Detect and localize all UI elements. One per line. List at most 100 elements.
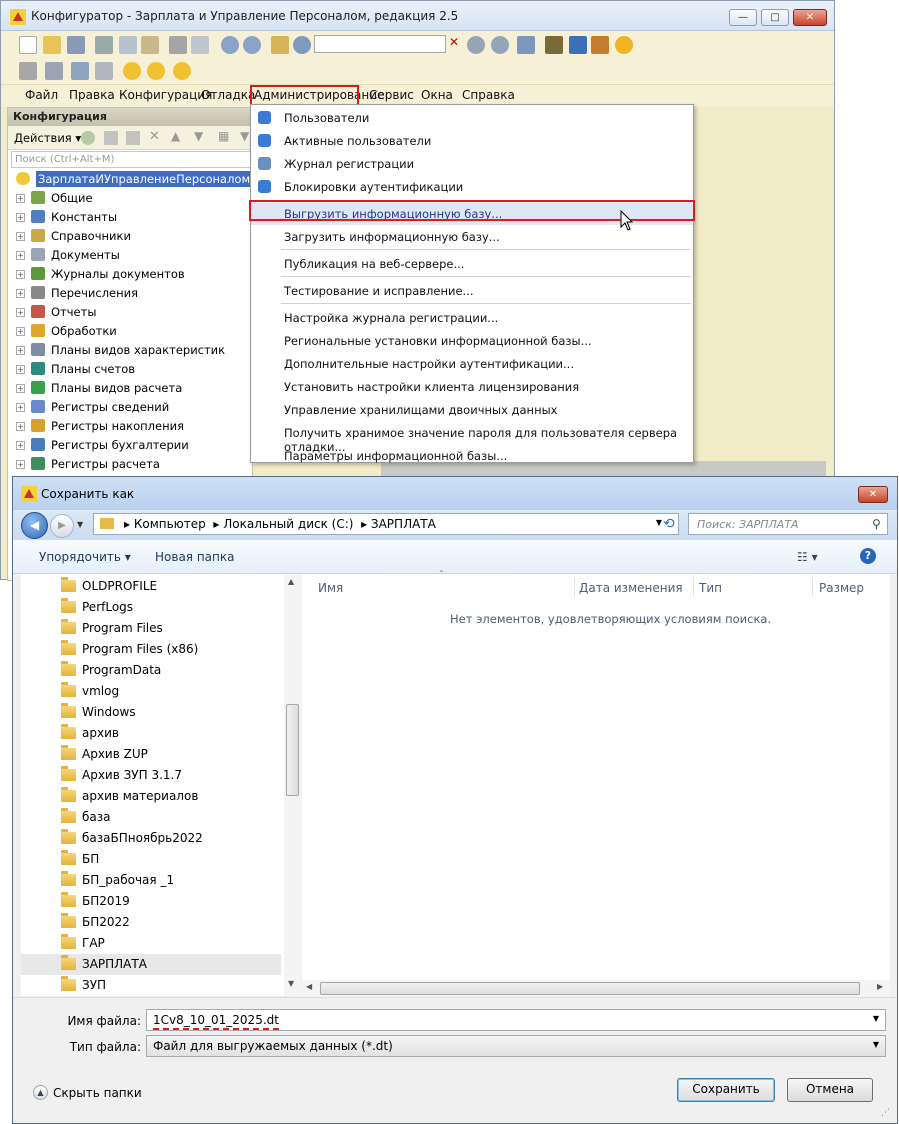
recent-pages-icon[interactable]: ▼ — [77, 520, 83, 529]
scroll-down-icon[interactable]: ▼ — [288, 979, 294, 988]
redo-icon[interactable] — [243, 36, 261, 54]
admin-menu-item[interactable]: Дополнительные настройки аутентификации.… — [251, 353, 693, 375]
tree-root[interactable]: ЗарплатаИУправлениеПерсоналом — [16, 171, 253, 190]
minimize-button[interactable]: — — [729, 9, 757, 26]
back-button[interactable]: ◀ — [21, 512, 48, 539]
expand-icon[interactable]: + — [16, 422, 25, 431]
scroll-left-icon[interactable]: ◀ — [306, 982, 312, 991]
view-options-icon[interactable]: ☷ ▾ — [797, 550, 818, 564]
undo-icon[interactable] — [221, 36, 239, 54]
nav-vertical-scrollbar[interactable]: ▲ ▼ — [284, 574, 301, 996]
tree-item[interactable]: + Общие — [16, 191, 93, 209]
folder-item[interactable]: Windows — [21, 702, 281, 723]
folder-item[interactable]: архив — [21, 723, 281, 744]
open-folder-icon[interactable] — [43, 36, 61, 54]
admin-menu-item[interactable]: Пользователи — [251, 107, 693, 129]
close-button[interactable]: ✕ — [793, 9, 827, 26]
folder-item[interactable]: Архив ЗУП 3.1.7 — [21, 765, 281, 786]
menu-service[interactable]: Сервис — [369, 88, 414, 102]
folder-item[interactable]: vmlog — [21, 681, 281, 702]
new-folder-button[interactable]: Новая папка — [155, 550, 234, 564]
folder-item[interactable]: Program Files — [21, 618, 281, 639]
file-horizontal-scrollbar[interactable]: ◀ ▶ — [302, 980, 890, 997]
copy-item-icon[interactable] — [126, 131, 140, 145]
expand-icon[interactable]: + — [16, 346, 25, 355]
actions-button[interactable]: Действия ▾ — [14, 131, 81, 145]
compare-icon[interactable] — [95, 62, 113, 80]
tree-item[interactable]: + Справочники — [16, 229, 131, 247]
tree-item[interactable]: + Обработки — [16, 324, 117, 342]
find-next-icon[interactable] — [467, 36, 485, 54]
expand-icon[interactable]: + — [16, 441, 25, 450]
copy-icon[interactable] — [119, 36, 137, 54]
expand-icon[interactable]: + — [16, 194, 25, 203]
expand-icon[interactable]: + — [16, 403, 25, 412]
scroll-up-icon[interactable]: ▲ — [288, 577, 294, 586]
tree-item[interactable]: + Документы — [16, 248, 120, 266]
dialog-search-input[interactable]: Поиск: ЗАРПЛАТА — [688, 513, 888, 535]
expand-icon[interactable]: + — [16, 365, 25, 374]
folder-item[interactable]: БП2019 — [21, 891, 281, 912]
delete-icon[interactable]: ✕ — [149, 129, 160, 144]
db-config-icon[interactable] — [71, 62, 89, 80]
tree-item[interactable]: + Планы видов расчета — [16, 381, 182, 399]
config-search-input[interactable]: Поиск (Ctrl+Alt+M) — [11, 151, 251, 168]
folder-item[interactable]: база — [21, 807, 281, 828]
folder-item[interactable]: ЗАРПЛАТА — [21, 954, 281, 975]
filetype-select[interactable]: Файл для выгружаемых данных (*.dt) ▼ — [146, 1035, 886, 1057]
column-type[interactable]: Тип — [699, 581, 722, 595]
folder-item[interactable]: Архив ZUP — [21, 744, 281, 765]
expand-icon[interactable]: + — [16, 232, 25, 241]
print-icon[interactable] — [169, 36, 187, 54]
search-icon[interactable] — [293, 36, 311, 54]
hide-folders-button[interactable]: Скрыть папки — [53, 1086, 142, 1100]
admin-menu-item[interactable]: Блокировки аутентификации — [251, 176, 693, 198]
move-up-icon[interactable]: ▲ — [171, 129, 180, 143]
cancel-button[interactable]: Отмена — [787, 1078, 873, 1102]
folder-item[interactable]: архив материалов — [21, 786, 281, 807]
tree-item[interactable]: + Регистры бухгалтерии — [16, 438, 189, 456]
admin-menu-item[interactable]: Журнал регистрации — [251, 153, 693, 175]
resize-grip-icon[interactable]: ⋰ — [881, 1108, 890, 1118]
expand-icon[interactable]: + — [16, 327, 25, 336]
sort-icon[interactable]: ▦ — [218, 129, 229, 143]
admin-menu-item[interactable]: Публикация на веб-сервере... — [251, 253, 693, 275]
folder-item[interactable]: БП — [21, 849, 281, 870]
clear-search-icon[interactable]: ✕ — [449, 35, 463, 53]
scroll-right-icon[interactable]: ▶ — [877, 982, 883, 991]
update-config-icon[interactable] — [45, 62, 63, 80]
filename-dropdown-icon[interactable]: ▼ — [873, 1014, 879, 1023]
path-folder[interactable]: ЗАРПЛАТА — [371, 517, 436, 531]
paste-icon[interactable] — [141, 36, 159, 54]
filetype-dropdown-icon[interactable]: ▼ — [873, 1040, 879, 1049]
tree-item[interactable]: + Планы счетов — [16, 362, 135, 380]
address-field[interactable]: ▸ Компьютер ▸ Локальный диск (C:) ▸ ЗАРП… — [93, 513, 679, 535]
menu-help[interactable]: Справка — [462, 88, 515, 102]
folder-item[interactable]: БП_рабочая _1 — [21, 870, 281, 891]
menu-file[interactable]: Файл — [25, 88, 58, 102]
path-disk[interactable]: Локальный диск (C:) — [223, 517, 353, 531]
admin-menu-item[interactable]: Региональные установки информационной ба… — [251, 330, 693, 352]
run-icon[interactable] — [147, 62, 165, 80]
organize-button[interactable]: Упорядочить ▾ — [39, 550, 131, 564]
find-prev-icon[interactable] — [491, 36, 509, 54]
tree-item[interactable]: + Журналы документов — [16, 267, 185, 285]
tree-item[interactable]: + Константы — [16, 210, 117, 228]
dialog-close-button[interactable]: ✕ — [858, 486, 888, 503]
scroll-thumb[interactable] — [286, 704, 299, 796]
collapse-icon[interactable]: ▲ — [33, 1085, 48, 1100]
find-in-folder-icon[interactable] — [271, 36, 289, 54]
admin-menu-item[interactable]: Настройка журнала регистрации... — [251, 307, 693, 329]
menu-windows[interactable]: Окна — [421, 88, 453, 102]
add-icon[interactable] — [81, 131, 95, 145]
maximize-button[interactable]: □ — [761, 9, 789, 26]
edit-icon[interactable] — [104, 131, 118, 145]
expand-icon[interactable]: + — [16, 460, 25, 469]
admin-menu-item[interactable]: Получить хранимое значение пароля для по… — [251, 422, 693, 454]
windows-icon[interactable] — [517, 36, 535, 54]
expand-icon[interactable]: + — [16, 270, 25, 279]
folder-item[interactable]: Program Files (x86) — [21, 639, 281, 660]
admin-menu-item[interactable]: Тестирование и исправление... — [251, 280, 693, 302]
filename-input[interactable]: 1Cv8_10_01_2025.dt ▼ — [146, 1009, 886, 1031]
expand-icon[interactable]: + — [16, 289, 25, 298]
